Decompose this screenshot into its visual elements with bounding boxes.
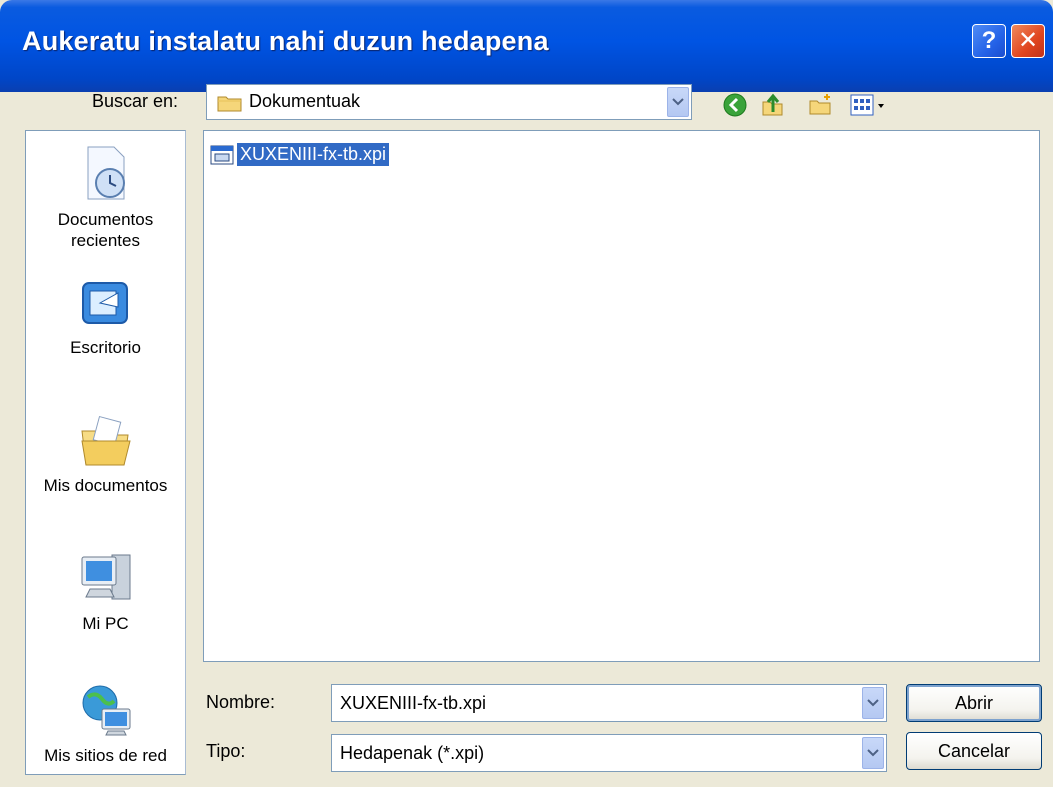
place-label: Escritorio — [70, 338, 141, 357]
file-name: XUXENIII-fx-tb.xpi — [237, 143, 390, 166]
lookin-label: Buscar en: — [92, 91, 179, 111]
help-button[interactable]: ? — [972, 24, 1006, 58]
place-my-documents[interactable]: Mis documentos — [26, 413, 185, 496]
chevron-down-icon — [867, 749, 879, 757]
my-computer-icon — [81, 554, 130, 600]
filename-value: XUXENIII-fx-tb.xpi — [340, 693, 487, 713]
folder-icon — [217, 96, 242, 112]
chevron-down-icon — [672, 98, 684, 106]
lookin-dropdown-button[interactable] — [667, 87, 689, 117]
network-places-icon — [82, 685, 130, 736]
filename-dropdown-button[interactable] — [862, 687, 884, 719]
chevron-down-icon — [867, 699, 879, 707]
filetype-dropdown-button[interactable] — [862, 737, 884, 769]
places-bar: Documentos recientes Escritorio Mis docu… — [25, 130, 186, 775]
place-network[interactable]: Mis sitios de red — [26, 683, 185, 766]
cancel-button[interactable]: Cancelar — [906, 732, 1042, 770]
place-recent-documents[interactable]: Documentos recientes — [26, 145, 185, 251]
close-icon: ✕ — [1017, 27, 1039, 54]
my-documents-icon — [80, 415, 131, 466]
new-folder-icon[interactable] — [808, 92, 834, 118]
close-button[interactable]: ✕ — [1011, 24, 1045, 58]
back-icon[interactable] — [722, 92, 748, 118]
title-bar[interactable]: Aukeratu instalatu nahi duzun hedapena ?… — [0, 0, 1053, 92]
file-item[interactable]: XUXENIII-fx-tb.xpi — [210, 143, 390, 166]
xpi-file-icon — [210, 145, 234, 164]
lookin-value: Dokumentuak — [249, 91, 361, 111]
window-title: Aukeratu instalatu nahi duzun hedapena — [22, 26, 549, 56]
views-menu-icon[interactable] — [850, 92, 890, 118]
open-button[interactable]: Abrir — [906, 684, 1042, 722]
lookin-combo[interactable]: Dokumentuak — [206, 84, 692, 120]
filetype-combo[interactable]: Hedapenak (*.xpi) — [331, 734, 887, 772]
help-icon: ? — [981, 27, 997, 54]
place-label: Documentos recientes — [57, 210, 154, 250]
place-desktop[interactable]: Escritorio — [26, 279, 185, 358]
file-list[interactable]: XUXENIII-fx-tb.xpi — [203, 130, 1040, 662]
place-label: Mis sitios de red — [44, 746, 167, 765]
place-my-computer[interactable]: Mi PC — [26, 549, 185, 634]
place-label: Mis documentos — [43, 476, 168, 495]
filetype-label: Tipo: — [206, 741, 246, 761]
desktop-icon — [81, 282, 128, 324]
filetype-value: Hedapenak (*.xpi) — [340, 743, 485, 763]
filename-label: Nombre: — [206, 692, 276, 712]
recent-documents-icon — [87, 146, 125, 200]
up-folder-icon[interactable] — [760, 92, 786, 118]
filename-input[interactable]: XUXENIII-fx-tb.xpi — [331, 684, 887, 722]
place-label: Mi PC — [82, 614, 129, 633]
